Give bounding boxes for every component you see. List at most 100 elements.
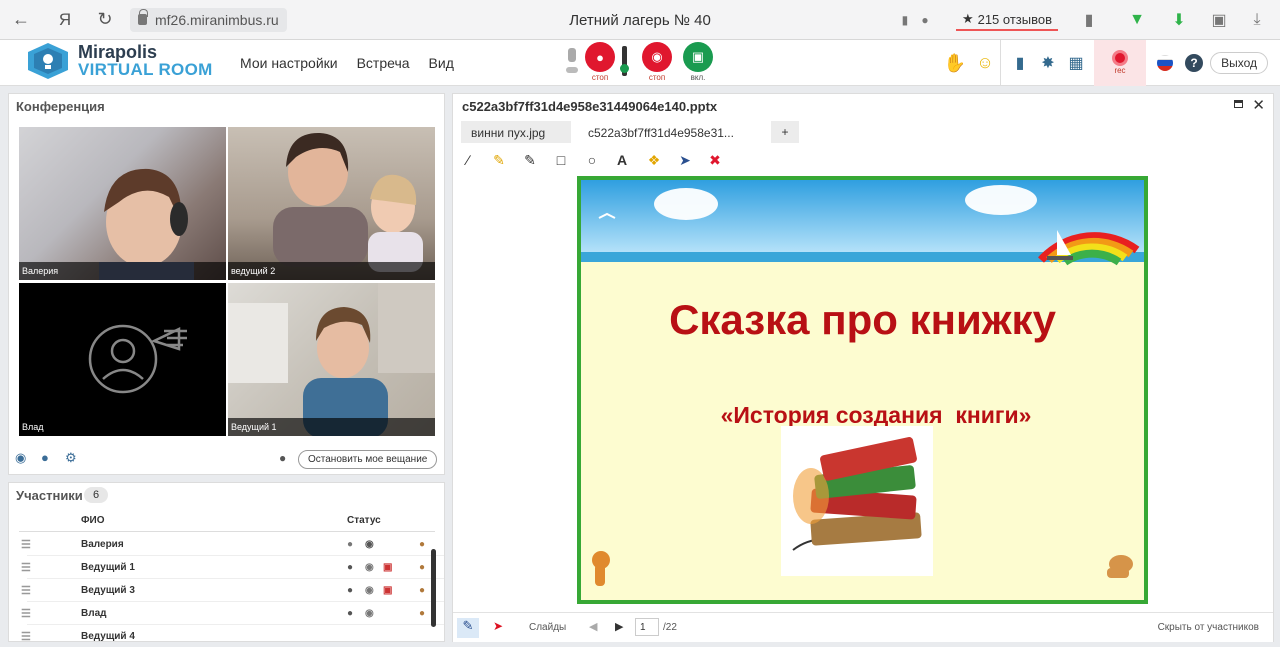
record-button[interactable]: rec: [1094, 40, 1146, 86]
download-arrow-icon[interactable]: ⬇: [1162, 10, 1196, 30]
next-slide-icon[interactable]: ▶: [615, 620, 623, 633]
screen-off-icon: ▣: [383, 584, 393, 596]
table-row[interactable]: ☰ Валерия ● ◉ ●: [21, 533, 444, 556]
folder-icon[interactable]: ▦: [1062, 53, 1090, 73]
downloads-icon[interactable]: ⤓: [1240, 11, 1274, 29]
video-name-label: Валерия: [19, 262, 226, 280]
line-tool-icon[interactable]: ∕: [459, 152, 477, 168]
webcam-off-icon: ◉: [365, 607, 374, 619]
webcam-off-icon: ◉: [365, 584, 374, 596]
logo-title: Mirapolis: [78, 42, 158, 62]
camera-toggle[interactable]: ◉ стоп: [641, 42, 673, 82]
participant-video-image: [273, 132, 423, 272]
maximize-icon[interactable]: [1234, 100, 1243, 108]
pointer-mode-icon[interactable]: ➤: [493, 619, 503, 633]
microphone-icon[interactable]: ●: [908, 13, 942, 27]
emoji-icon[interactable]: ☺: [970, 53, 1000, 73]
screen-share-toggle[interactable]: ▣ вкл.: [682, 42, 714, 82]
circle-tool-icon[interactable]: ○: [583, 152, 601, 168]
scrollbar[interactable]: [431, 549, 436, 627]
microphone-icon: ●: [347, 561, 354, 573]
drag-handle-icon[interactable]: ☰: [21, 538, 31, 551]
table-row[interactable]: ☰ Ведущий 4: [21, 625, 444, 642]
table-header-divider: [19, 531, 435, 532]
camera-settings-icon[interactable]: ◉: [15, 450, 26, 466]
clear-icon[interactable]: ✖: [706, 152, 724, 168]
reviews-text: 215 отзывов: [977, 11, 1052, 27]
microphone-icon: ●: [585, 42, 615, 72]
menu-my-settings[interactable]: Мои настройки: [240, 55, 338, 71]
text-tool-icon[interactable]: A: [613, 152, 631, 168]
network-icon[interactable]: ✸: [1034, 53, 1062, 73]
exit-button[interactable]: Выход: [1210, 52, 1268, 74]
reviews-badge[interactable]: ★ 215 отзывов: [955, 9, 1058, 31]
participants-count-badge: 6: [84, 487, 109, 503]
slides-label[interactable]: Слайды: [529, 622, 566, 633]
table-row[interactable]: ☰ Влад ● ◉ ●: [21, 602, 444, 625]
bar-chart-icon[interactable]: ▮: [1006, 53, 1034, 73]
user-settings-icon[interactable]: ⚙: [65, 450, 77, 466]
drag-handle-icon[interactable]: ☰: [21, 561, 31, 574]
russian-flag-icon[interactable]: [1157, 55, 1173, 71]
video-name-label: ведущий 2: [228, 262, 435, 280]
slide-title: Сказка про книжку: [669, 296, 1056, 343]
app-header: Mirapolis VIRTUAL ROOM Мои настройки Вст…: [0, 40, 1280, 86]
monitor-icon: ▣: [683, 42, 713, 72]
presentation-slide[interactable]: Сказка про книжку «История создания книг…: [577, 176, 1148, 604]
video-name-label: Ведущий 1: [228, 418, 435, 436]
mic-off-icon: ●: [347, 538, 354, 550]
microphone-icon: ●: [347, 584, 354, 596]
conference-panel: Конференция Валерия ведущий 2 Влад Ведущ…: [8, 93, 445, 475]
record-icon: [1112, 50, 1128, 66]
participants-panel: Участники 6 ФИО Статус ☰ Валерия ● ◉ ● ☰…: [8, 482, 445, 642]
stop-broadcast-button[interactable]: Остановить мое вещание: [298, 450, 438, 469]
highlighter-icon[interactable]: ✎: [490, 152, 508, 168]
drag-handle-icon[interactable]: ☰: [21, 584, 31, 597]
rectangle-tool-icon[interactable]: □: [552, 152, 570, 168]
hide-from-participants[interactable]: Скрыть от участников: [1158, 622, 1259, 633]
close-icon[interactable]: ✕: [1252, 96, 1265, 114]
yandex-icon[interactable]: Я: [50, 10, 80, 30]
user-role-icon: ●: [419, 607, 426, 619]
video-tile-1[interactable]: Валерия: [19, 127, 226, 280]
person-icon: ●: [279, 451, 287, 465]
address-bar[interactable]: mf26.miranimbus.ru: [130, 7, 287, 32]
page-input[interactable]: 1: [635, 618, 659, 636]
drag-handle-icon[interactable]: ☰: [21, 630, 31, 642]
extensions-icon[interactable]: ▣: [1202, 10, 1236, 30]
back-arrow-icon[interactable]: ←: [6, 9, 36, 30]
prev-slide-icon[interactable]: ◀: [589, 620, 597, 633]
address-text: mf26.miranimbus.ru: [155, 11, 279, 28]
video-tile-3[interactable]: Влад: [19, 283, 226, 436]
tab-winnie-image[interactable]: винни пух.jpg: [461, 121, 571, 143]
mic-settings-icon[interactable]: ●: [41, 450, 49, 465]
column-status-header: Статус: [347, 515, 381, 526]
webcam-icon: ◉: [365, 538, 374, 550]
participants-title: Участники: [16, 488, 83, 503]
mic-toggle[interactable]: ● стоп: [584, 42, 616, 82]
shield-icon[interactable]: ▼: [1120, 11, 1154, 29]
tab-presentation[interactable]: c522a3bf7ff31d4e958e31...: [578, 121, 764, 143]
conference-title: Конференция: [16, 99, 105, 114]
menu-view[interactable]: Вид: [429, 55, 454, 71]
video-tile-2[interactable]: ведущий 2: [228, 127, 435, 280]
table-row[interactable]: ☰ Ведущий 3 ● ◉ ▣ ●: [21, 579, 444, 602]
reload-icon[interactable]: ↻: [90, 9, 120, 30]
menu-meeting[interactable]: Встреча: [357, 55, 410, 71]
drag-handle-icon[interactable]: ☰: [21, 607, 31, 620]
raise-hand-icon[interactable]: ✋: [940, 53, 970, 74]
table-row[interactable]: ☰ Ведущий 1 ● ◉ ▣ ●: [21, 556, 444, 579]
video-tile-4[interactable]: Ведущий 1: [228, 283, 435, 436]
add-tab-button[interactable]: +: [771, 121, 799, 143]
pointer-tool-icon[interactable]: ➤: [676, 152, 694, 168]
draw-mode-icon[interactable]: ✎: [457, 618, 479, 638]
participant-video-image: [99, 168, 194, 280]
browser-toolbar: ← Я ↻ mf26.miranimbus.ru Летний лагерь №…: [0, 0, 1280, 40]
lock-icon: [138, 9, 148, 25]
star-icon: ★: [961, 11, 974, 26]
brush-icon[interactable]: ❖: [645, 152, 663, 168]
pencil-icon[interactable]: ✎: [521, 152, 539, 168]
bookmark-icon[interactable]: ▮: [1072, 10, 1106, 30]
volume-slider[interactable]: [620, 46, 629, 76]
help-icon[interactable]: ?: [1185, 54, 1203, 72]
